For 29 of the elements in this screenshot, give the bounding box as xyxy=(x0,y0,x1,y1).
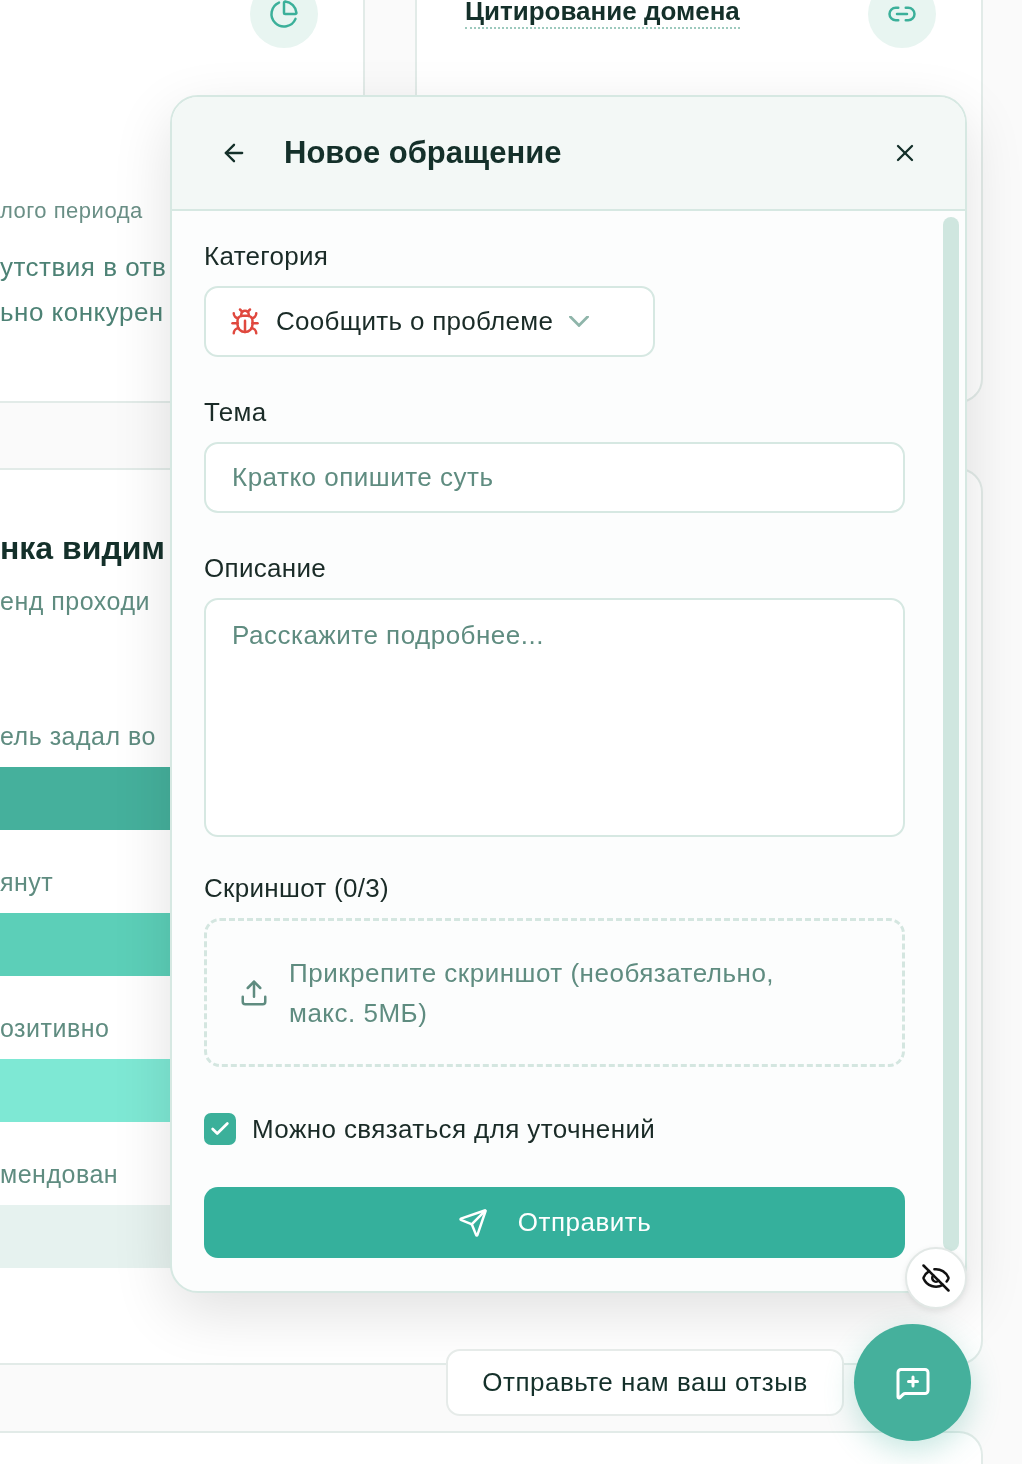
card-title: Цитирование домена xyxy=(465,0,740,29)
card-text: утствия в отв xyxy=(0,252,167,283)
field-label: Категория xyxy=(204,241,330,272)
metric-label: ель задал во xyxy=(0,722,156,751)
upload-hint: Прикрепите скриншот (необязательно, макс. 5МБ) xyxy=(289,956,776,1030)
scrollbar[interactable] xyxy=(943,217,959,1251)
field-label: Скриншот (0/3) xyxy=(204,873,391,904)
bug-icon xyxy=(230,306,260,337)
field-label: Описание xyxy=(204,553,328,584)
send-button[interactable]: Отправить xyxy=(204,1187,905,1258)
feedback-prompt: Отправьте нам ваш отзыв xyxy=(446,1349,844,1416)
chevron-down-icon xyxy=(569,316,590,327)
description-field[interactable]: Расскажите подробнее... xyxy=(204,598,905,837)
checkbox-label: Можно связаться для уточнений xyxy=(252,1113,656,1145)
card-subtitle: енд проходи xyxy=(0,587,150,616)
metric-label: мендован xyxy=(0,1160,119,1189)
send-icon xyxy=(457,1207,488,1238)
metric-label: озитивно xyxy=(0,1014,110,1043)
checkbox[interactable] xyxy=(204,1113,236,1145)
metric-label: янут xyxy=(0,868,54,897)
card-text: ьно конкурен xyxy=(0,297,164,328)
card-title: нка видим xyxy=(0,530,166,567)
dialog-title: Новое обращение xyxy=(284,135,563,171)
topic-field[interactable]: Кратко опишите суть xyxy=(204,442,905,513)
field-label: Тема xyxy=(204,397,268,428)
category-select[interactable]: Сообщить о проблеме xyxy=(204,286,655,357)
upload-area[interactable]: Прикрепите скриншот (необязательно, макс. 5МБ) xyxy=(204,918,905,1067)
eye-off-icon xyxy=(921,1263,951,1293)
card-text: лого периода xyxy=(0,198,143,224)
